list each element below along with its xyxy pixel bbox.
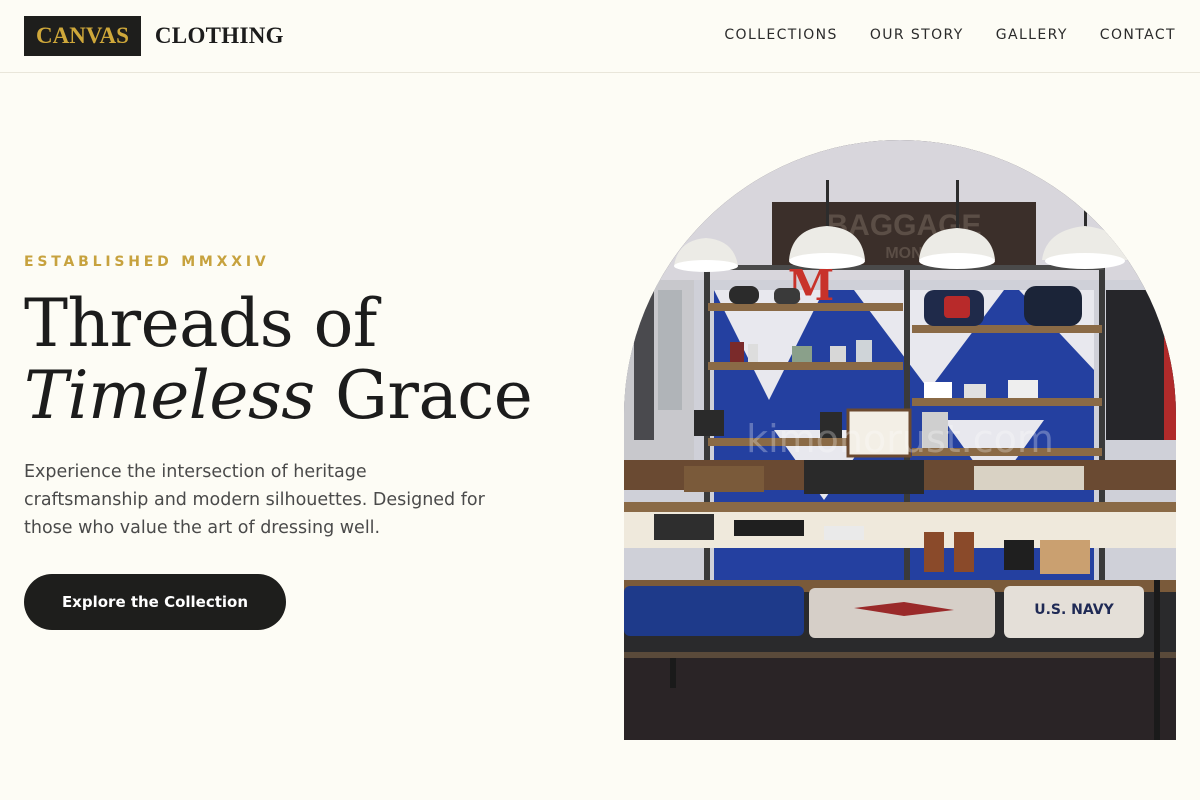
headline-italic-word: Timeless bbox=[24, 357, 315, 434]
headline-line-1: Threads of bbox=[24, 285, 377, 362]
hero-store-image: BAGGAGE MON M U.S. NAVY kimonorust.com bbox=[624, 140, 1176, 740]
brand-logo-box: CANVAS bbox=[24, 16, 141, 56]
hero-eyebrow: ESTABLISHED MMXXIV bbox=[24, 254, 270, 270]
main-nav: COLLECTIONS OUR STORY GALLERY CONTACT bbox=[724, 24, 1176, 46]
nav-collections[interactable]: COLLECTIONS bbox=[724, 24, 837, 46]
headline-line-2: Timeless Grace bbox=[24, 357, 533, 434]
banner-subtext: MON bbox=[885, 245, 922, 262]
sweater-text: U.S. NAVY bbox=[1034, 602, 1114, 618]
brand-logo[interactable]: CANVAS CLOTHING bbox=[24, 16, 284, 56]
hero-description: Experience the intersection of heritage … bbox=[24, 462, 485, 538]
brand-logo-word: CLOTHING bbox=[154, 23, 284, 48]
nav-our-story[interactable]: OUR STORY bbox=[870, 24, 964, 46]
nav-contact[interactable]: CONTACT bbox=[1100, 24, 1176, 46]
headline-rest-word: Grace bbox=[335, 357, 533, 434]
store-interior-illustration: BAGGAGE MON M U.S. NAVY kimonorust.com bbox=[624, 140, 1176, 740]
image-watermark: kimonorust.com bbox=[746, 417, 1054, 461]
hero-headline: Threads of Timeless Grace bbox=[24, 285, 533, 434]
site-header: CANVAS CLOTHING COLLECTIONS OUR STORY GA… bbox=[0, 0, 1200, 73]
explore-collection-button[interactable]: Explore the Collection bbox=[24, 574, 286, 630]
nav-gallery[interactable]: GALLERY bbox=[996, 24, 1068, 46]
